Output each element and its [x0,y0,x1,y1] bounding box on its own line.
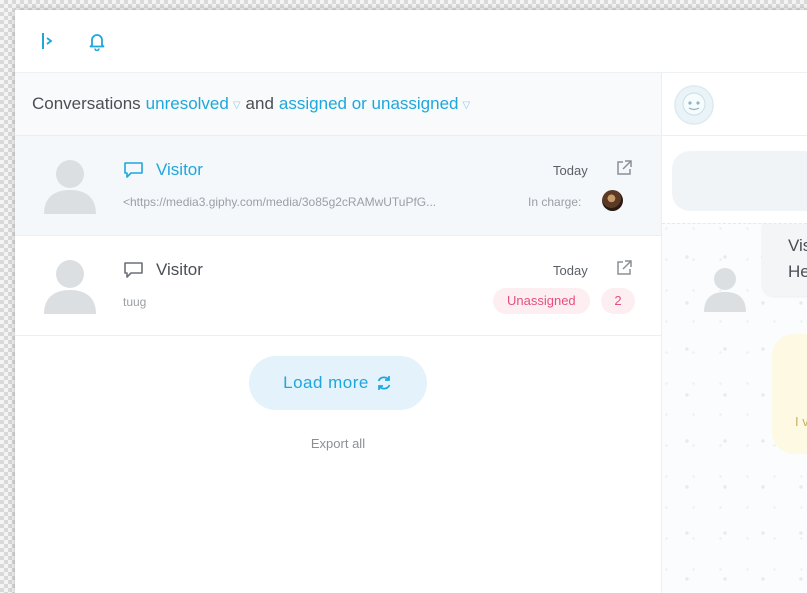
conversation-preview: <https://media3.giphy.com/media/3o85g2cR… [123,195,437,209]
sidebar-toggle-icon[interactable] [38,30,58,52]
conversation-item[interactable]: Visitor Today tuug Unassigned 2 [15,236,661,336]
conversation-detail-pane: Vis He I v [662,73,807,593]
chevron-down-icon: ▽ [462,100,471,111]
assignment-filter-label: assigned or unassigned [278,94,459,113]
visitor-avatar-icon [704,268,746,312]
assignment-filter-dropdown[interactable]: assigned or unassigned ▽ [279,94,470,114]
chat-messages-area: Vis He I v [662,223,807,593]
conversation-date: Today [553,263,588,278]
visitor-message-bubble: Vis He [762,224,807,296]
operator-message-bubble: I v [772,334,807,454]
reply-input-area[interactable] [672,151,807,211]
filter-joiner: and [245,94,274,113]
message-text: He [788,262,807,281]
chevron-down-icon: ▽ [232,100,241,111]
conversation-name: Visitor [123,260,203,280]
operator-avatar [602,190,623,211]
message-text: I v [795,414,807,429]
top-bar [15,10,807,73]
status-filter-label: unresolved [145,94,229,113]
conversation-name: Visitor [123,160,203,180]
chat-bubble-icon [123,161,144,179]
in-charge-label: In charge: [528,195,582,209]
app-window: Conversations unresolved ▽ and assigned … [15,10,807,593]
conversation-date: Today [553,163,588,178]
status-filter-dropdown[interactable]: unresolved ▽ [146,94,241,114]
bot-avatar-icon [674,85,714,125]
external-link-icon[interactable] [615,159,633,177]
load-more-label: Load more [283,373,369,392]
visitor-avatar-icon [44,160,96,214]
conversation-filter-bar: Conversations unresolved ▽ and assigned … [15,73,661,136]
load-more-button[interactable]: Load more [249,356,427,410]
conversation-header [662,73,807,136]
filter-prefix: Conversations [32,94,141,113]
unread-count-badge: 2 [601,288,635,314]
chat-bubble-icon [123,261,144,279]
conversation-item[interactable]: Visitor Today <https://media3.giphy.com/… [15,136,661,236]
visitor-avatar-icon [44,260,96,314]
message-sender: Vis [788,236,807,255]
status-badge: Unassigned [493,288,590,314]
conversation-preview: tuug [123,295,147,309]
export-all-link[interactable]: Export all [15,436,661,451]
conversation-list-pane: Conversations unresolved ▽ and assigned … [15,73,662,593]
bell-icon[interactable] [87,30,107,52]
external-link-icon[interactable] [615,259,633,277]
conversation-name-label: Visitor [156,260,203,279]
conversation-name-label: Visitor [156,160,203,179]
export-all-label: Export all [310,436,366,451]
refresh-icon [377,376,391,390]
